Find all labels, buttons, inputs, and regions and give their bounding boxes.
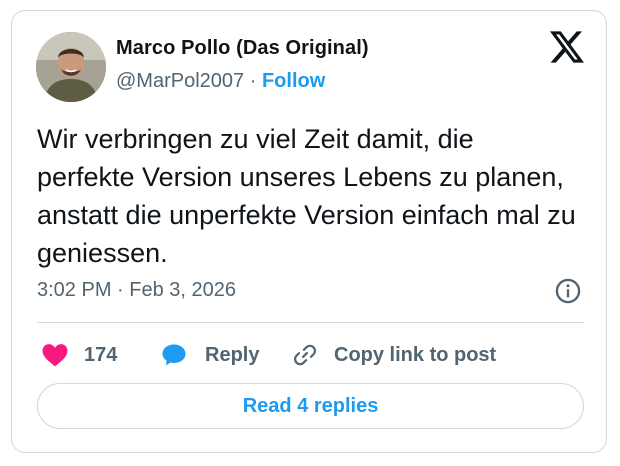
tweet-text: Wir verbringen zu viel Zeit damit, die p… — [37, 124, 576, 268]
tweet-timestamp[interactable]: 3:02 PM · Feb 3, 2026 — [37, 279, 236, 302]
author-handle[interactable]: @MarPol2007 — [116, 70, 244, 92]
author-meta: @MarPol2007 · Follow — [116, 70, 325, 93]
copy-link-label: Copy link to post — [334, 343, 497, 366]
read-replies-button[interactable]: Read 4 replies — [37, 383, 584, 429]
heart-icon — [42, 344, 68, 367]
copy-link-button[interactable]: Copy link to post — [292, 336, 496, 374]
info-icon[interactable] — [554, 277, 582, 305]
meta-separator: · — [249, 70, 257, 92]
like-button[interactable]: 174 — [42, 336, 117, 374]
reply-label: Reply — [205, 343, 260, 366]
avatar-photo — [36, 32, 106, 102]
divider — [37, 322, 584, 323]
avatar[interactable] — [36, 32, 106, 102]
author-name[interactable]: Marco Pollo (Das Original) — [116, 37, 369, 60]
speech-bubble-icon — [162, 344, 186, 366]
reply-button[interactable]: Reply — [161, 336, 259, 374]
tweet-card: Marco Pollo (Das Original) @MarPol2007 ·… — [11, 10, 607, 453]
link-icon — [294, 344, 316, 366]
x-logo-icon[interactable] — [550, 31, 584, 63]
read-replies-label: Read 4 replies — [242, 394, 379, 417]
follow-button[interactable]: Follow — [262, 70, 325, 92]
action-bar: 174 Reply Copy link to post — [37, 336, 587, 374]
like-count: 174 — [84, 343, 118, 366]
